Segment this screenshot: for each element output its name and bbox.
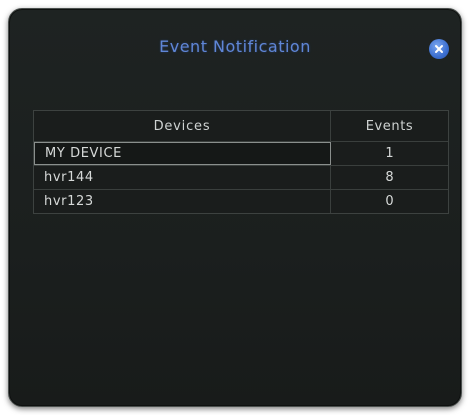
event-count-cell[interactable]: 1 <box>331 142 448 165</box>
devices-table: Devices Events MY DEVICE 1 hvr144 8 hvr1… <box>33 110 449 214</box>
event-count-cell[interactable]: 0 <box>331 190 448 213</box>
column-header-devices[interactable]: Devices <box>34 111 331 141</box>
device-name-cell[interactable]: hvr123 <box>34 190 331 213</box>
close-button[interactable] <box>429 39 449 59</box>
dialog-title: Event Notification <box>159 37 311 56</box>
table-header: Devices Events <box>34 111 448 142</box>
event-notification-dialog: Event Notification Devices Events MY DEV… <box>8 8 462 407</box>
event-count-cell[interactable]: 8 <box>331 166 448 189</box>
table-row[interactable]: hvr123 0 <box>34 190 448 213</box>
close-icon <box>434 44 444 54</box>
device-name-cell[interactable]: MY DEVICE <box>34 142 331 165</box>
column-header-events[interactable]: Events <box>331 111 448 141</box>
table-row[interactable]: MY DEVICE 1 <box>34 142 448 166</box>
table-row[interactable]: hvr144 8 <box>34 166 448 190</box>
device-name-cell[interactable]: hvr144 <box>34 166 331 189</box>
